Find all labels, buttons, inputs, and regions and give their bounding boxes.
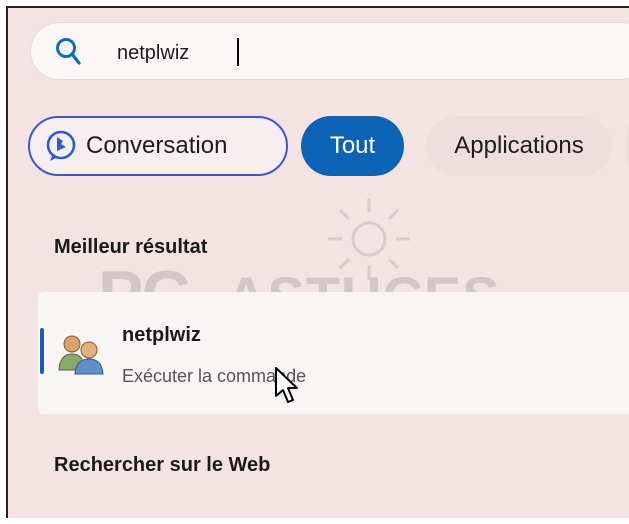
best-match-heading: Meilleur résultat: [54, 236, 208, 258]
filter-applications-label: Applications: [454, 132, 584, 159]
bing-chat-icon: [46, 130, 76, 161]
best-match-result[interactable]: netplwiz Exécuter la commande: [38, 292, 629, 414]
users-icon: [58, 335, 104, 375]
filter-conversation[interactable]: Conversation: [28, 116, 288, 176]
web-search-heading: Rechercher sur le Web: [54, 454, 271, 476]
filter-conversation-label: Conversation: [86, 132, 228, 159]
search-box[interactable]: [30, 22, 629, 80]
filter-tout-label: Tout: [329, 132, 376, 159]
filter-applications[interactable]: Applications: [426, 116, 612, 176]
start-search-panel: Conversation Tout Applications PC ASTUCE…: [6, 6, 629, 518]
result-name: netplwiz: [122, 324, 201, 346]
search-input[interactable]: [117, 40, 597, 66]
selection-indicator: [40, 328, 44, 374]
text-caret: [237, 38, 239, 66]
mouse-cursor-icon: [275, 367, 298, 403]
search-icon: [56, 38, 81, 65]
filter-tout[interactable]: Tout: [301, 116, 404, 176]
